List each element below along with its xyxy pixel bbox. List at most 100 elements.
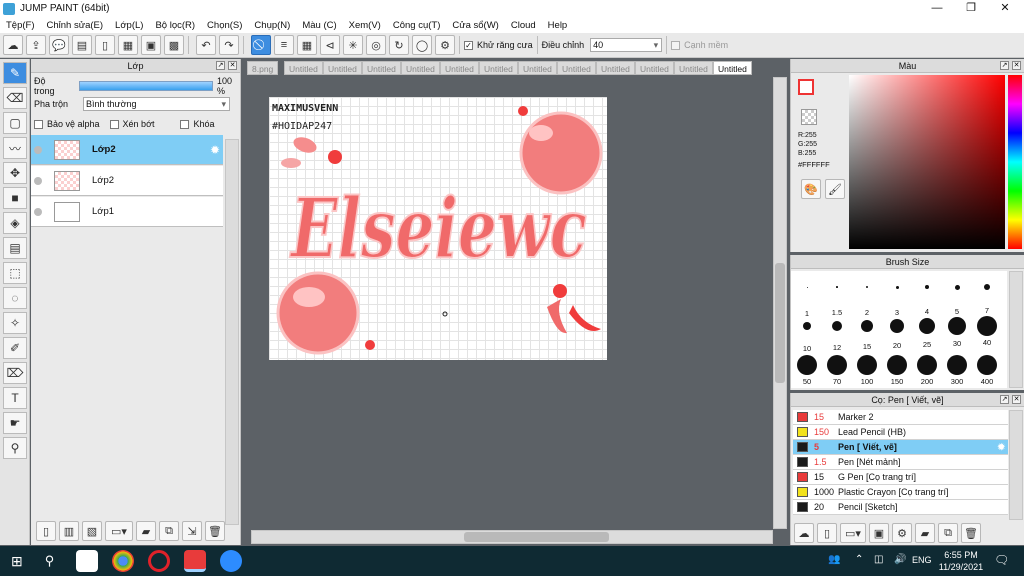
brush-size-option[interactable]: 25: [912, 312, 942, 350]
brush-size-option[interactable]: 200: [912, 351, 942, 389]
brush-item[interactable]: 1.5 Pen [Nét mảnh]: [793, 455, 1008, 470]
select-pen-tool-icon[interactable]: ✐: [3, 337, 27, 359]
grid-ruler-icon[interactable]: ▦: [297, 35, 317, 55]
language-indicator[interactable]: ENG: [912, 555, 932, 565]
undo-icon[interactable]: ↶: [196, 35, 216, 55]
new-brush-icon[interactable]: ▯: [817, 523, 837, 543]
volume-icon[interactable]: 🔊: [894, 554, 906, 565]
minimize-button[interactable]: —: [920, 0, 954, 17]
brush-size-option[interactable]: 2: [852, 273, 882, 317]
menu-capture[interactable]: Chụp(N): [248, 20, 296, 31]
perspective-icon[interactable]: ⊲: [320, 35, 340, 55]
merge-icon[interactable]: ⇲: [182, 521, 202, 541]
layer-row[interactable]: Lớp2: [31, 166, 223, 196]
brush-folder-icon[interactable]: ▰: [915, 523, 935, 543]
cloud-icon[interactable]: ☁: [3, 35, 23, 55]
brush-size-option[interactable]: 10: [792, 312, 822, 353]
brush-size-option[interactable]: 30: [942, 312, 972, 350]
menu-window[interactable]: Cửa sổ(W): [446, 20, 504, 31]
doc-tab-active[interactable]: Untitled: [713, 61, 752, 75]
radial-icon[interactable]: ✳: [343, 35, 363, 55]
notification-icon[interactable]: 🗨: [994, 553, 1009, 567]
brush-size-option[interactable]: 70: [822, 351, 852, 389]
magic-wand-tool-icon[interactable]: ✧: [3, 312, 27, 334]
grid-layout-icon[interactable]: ▩: [164, 35, 184, 55]
export-icon[interactable]: ⇪: [26, 35, 46, 55]
menu-edit[interactable]: Chỉnh sửa(E): [41, 20, 110, 31]
tray-chevron-icon[interactable]: ⌃: [855, 554, 863, 565]
visibility-icon[interactable]: [34, 207, 42, 216]
page-icon[interactable]: ▯: [95, 35, 115, 55]
frame-icon[interactable]: ▣: [141, 35, 161, 55]
speech-bubble-icon[interactable]: 💬: [49, 35, 69, 55]
menu-color[interactable]: Màu (C): [296, 20, 342, 31]
doc-tab[interactable]: Untitled: [635, 61, 674, 75]
brush-item[interactable]: 15 G Pen [Cọ trang trí]: [793, 470, 1008, 485]
panel-detach-icon[interactable]: ↗: [1000, 61, 1009, 70]
add-layer-menu-icon[interactable]: ▭▾: [105, 521, 133, 541]
panel-close-icon[interactable]: ✕: [228, 61, 237, 70]
doc-tab[interactable]: Untitled: [557, 61, 596, 75]
menu-file[interactable]: Tệp(F): [0, 20, 41, 31]
blend-select[interactable]: Bình thường: [83, 97, 231, 111]
doc-tab[interactable]: Untitled: [440, 61, 479, 75]
visibility-icon[interactable]: [34, 145, 42, 154]
brush-tool-icon[interactable]: 〰: [3, 137, 27, 159]
doc-tab[interactable]: Untitled: [362, 61, 401, 75]
brush-size-option[interactable]: 7: [972, 273, 1002, 315]
hue-slider[interactable]: [1008, 75, 1022, 249]
brush-size-option[interactable]: 50: [792, 351, 822, 389]
chrome-icon[interactable]: [112, 550, 135, 572]
opacity-slider[interactable]: [79, 81, 213, 91]
delete-layer-icon[interactable]: 🗑: [205, 521, 225, 541]
brush-scrollbar[interactable]: [1009, 410, 1023, 520]
vertical-scrollbar[interactable]: [773, 77, 787, 529]
adjust-select[interactable]: 40: [590, 38, 663, 52]
brush-size-option[interactable]: 40: [972, 312, 1002, 350]
visibility-icon[interactable]: [34, 176, 42, 185]
gradient-tool-icon[interactable]: ▤: [3, 237, 27, 259]
network-icon[interactable]: ◫: [874, 554, 883, 565]
fill-rect-tool-icon[interactable]: ■: [3, 187, 27, 209]
brush-size-option[interactable]: 5: [942, 273, 972, 316]
layer-row[interactable]: Lớp1: [31, 197, 223, 227]
layer-scrollbar[interactable]: [225, 139, 239, 525]
text-tool-icon[interactable]: T: [3, 387, 27, 409]
brush-size-option[interactable]: 20: [882, 312, 912, 350]
protect-alpha-checkbox[interactable]: [34, 119, 43, 129]
search-icon[interactable]: ⚲: [45, 553, 55, 569]
layout-icon[interactable]: ▦: [118, 35, 138, 55]
ellipse-ruler-icon[interactable]: ◯: [412, 35, 432, 55]
menu-cloud[interactable]: Cloud: [505, 20, 542, 31]
curve-ruler-icon[interactable]: ↻: [389, 35, 409, 55]
opera-icon[interactable]: [148, 550, 171, 572]
parallel-ruler-icon[interactable]: ≡: [274, 35, 294, 55]
brush-size-option[interactable]: 4: [912, 273, 942, 316]
layer-settings-icon[interactable]: ✹: [210, 143, 220, 157]
brush-size-option[interactable]: 150: [882, 351, 912, 389]
brush-settings-gear-icon[interactable]: ✹: [997, 442, 1005, 453]
doc-tab[interactable]: Untitled: [284, 61, 323, 75]
doc-tab[interactable]: Untitled: [596, 61, 635, 75]
people-icon[interactable]: 👥: [828, 554, 840, 565]
panel-detach-icon[interactable]: ↗: [1000, 395, 1009, 404]
panel-close-icon[interactable]: ✕: [1012, 395, 1021, 404]
eyedropper-tool-icon[interactable]: ⚲: [3, 437, 27, 459]
vertical-scroll-thumb[interactable]: [775, 263, 785, 383]
text-balloon-icon[interactable]: ▤: [72, 35, 92, 55]
brush-size-option[interactable]: 1.5: [822, 273, 852, 317]
lasso-tool-icon[interactable]: ◌: [3, 287, 27, 309]
brush-size-option[interactable]: 3: [882, 273, 912, 317]
layer-row[interactable]: Lớp2 ✹: [31, 135, 223, 165]
brush-item[interactable]: 5 Pen [ Viết, vẽ] ✹: [793, 440, 1008, 455]
panel-detach-icon[interactable]: ↗: [216, 61, 225, 70]
doc-tab[interactable]: 8.png: [247, 61, 279, 75]
delete-brush-icon[interactable]: 🗑: [961, 523, 981, 543]
brush-size-option[interactable]: 15: [852, 312, 882, 351]
brush-item[interactable]: 15 Marker 2: [793, 410, 1008, 425]
rectangle-tool-icon[interactable]: ▢: [3, 112, 27, 134]
smooth-checkbox[interactable]: [671, 40, 681, 50]
palette-edit-icon[interactable]: 🖌: [825, 179, 845, 199]
menu-help[interactable]: Help: [542, 20, 574, 31]
select-rect-tool-icon[interactable]: ⬚: [3, 262, 27, 284]
